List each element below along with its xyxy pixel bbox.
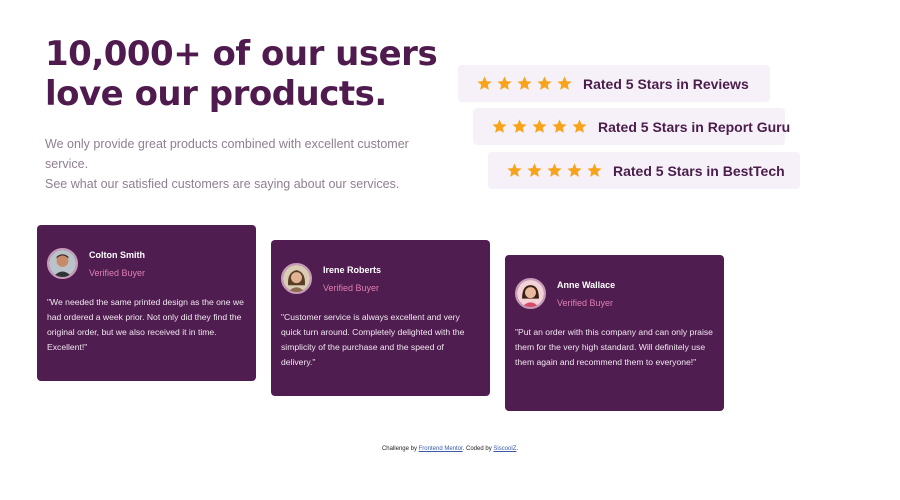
rating-label: Rated 5 Stars in Report Guru bbox=[598, 118, 791, 135]
avatar-anne-icon bbox=[515, 278, 546, 309]
footer-suffix: . bbox=[516, 446, 519, 452]
reviewer-name: Irene Roberts bbox=[323, 265, 382, 275]
page-title: 10,000+ of our users love our products. bbox=[45, 34, 445, 114]
star-icon bbox=[532, 119, 547, 133]
testimonial-header: Colton Smith Verified Buyer bbox=[47, 248, 246, 279]
testimonial-quote: "Customer service is always excellent an… bbox=[281, 312, 465, 367]
reviewer-name: Colton Smith bbox=[89, 250, 145, 260]
reviewer-role: Verified Buyer bbox=[89, 268, 146, 278]
hero-description: We only provide great products combined … bbox=[45, 134, 445, 194]
star-rating bbox=[506, 162, 603, 179]
footer-prefix: Challenge by bbox=[381, 446, 419, 452]
star-icon bbox=[587, 163, 602, 177]
star-icon bbox=[512, 119, 527, 133]
avatar-colton-icon bbox=[47, 248, 78, 279]
testimonial-card-irene: Irene Roberts Verified Buyer "Customer s… bbox=[271, 240, 490, 396]
star-rating bbox=[476, 75, 573, 92]
description-line-1: We only provide great products combined … bbox=[45, 137, 409, 171]
star-icon bbox=[547, 163, 562, 177]
reviewer-name: Anne Wallace bbox=[557, 280, 616, 290]
star-icon bbox=[572, 119, 587, 133]
description-line-2: See what our satisfied customers are say… bbox=[45, 177, 400, 191]
testimonial-quote: "Put an order with this company and can … bbox=[515, 327, 713, 367]
star-icon bbox=[517, 76, 532, 90]
rating-reviews: Rated 5 Stars in Reviews bbox=[458, 65, 770, 102]
star-icon bbox=[552, 119, 567, 133]
star-rating bbox=[491, 118, 588, 135]
testimonial-quote: "We needed the same printed design as th… bbox=[47, 297, 244, 352]
testimonial-card-anne: Anne Wallace Verified Buyer "Put an orde… bbox=[505, 255, 724, 411]
reviewer-role: Verified Buyer bbox=[557, 298, 614, 308]
frontend-mentor-link[interactable]: Frontend Mentor bbox=[419, 446, 463, 452]
star-icon bbox=[537, 76, 552, 90]
attribution-footer: Challenge by Frontend Mentor. Coded by S… bbox=[0, 446, 900, 452]
footer-middle: . Coded by bbox=[462, 446, 494, 452]
star-icon bbox=[492, 119, 507, 133]
rating-besttech: Rated 5 Stars in BestTech bbox=[488, 152, 800, 189]
avatar-irene-icon bbox=[281, 263, 312, 294]
rating-report-guru: Rated 5 Stars in Report Guru bbox=[473, 108, 790, 145]
star-icon bbox=[567, 163, 582, 177]
rating-label: Rated 5 Stars in Reviews bbox=[583, 75, 749, 92]
hero-section: 10,000+ of our users love our products. … bbox=[45, 34, 445, 194]
testimonial-header: Anne Wallace Verified Buyer bbox=[515, 278, 714, 309]
rating-label: Rated 5 Stars in BestTech bbox=[613, 162, 785, 179]
star-icon bbox=[527, 163, 542, 177]
testimonial-card-colton: Colton Smith Verified Buyer "We needed t… bbox=[37, 225, 256, 381]
star-icon bbox=[507, 163, 522, 177]
title-line-1: 10,000+ of our users bbox=[45, 34, 438, 74]
star-icon bbox=[557, 76, 572, 90]
author-link[interactable]: SiscoolZ bbox=[493, 446, 516, 452]
star-icon bbox=[477, 76, 492, 90]
star-icon bbox=[497, 76, 512, 90]
reviewer-role: Verified Buyer bbox=[323, 283, 380, 293]
title-line-2: love our products. bbox=[45, 74, 387, 114]
testimonial-header: Irene Roberts Verified Buyer bbox=[281, 263, 480, 294]
